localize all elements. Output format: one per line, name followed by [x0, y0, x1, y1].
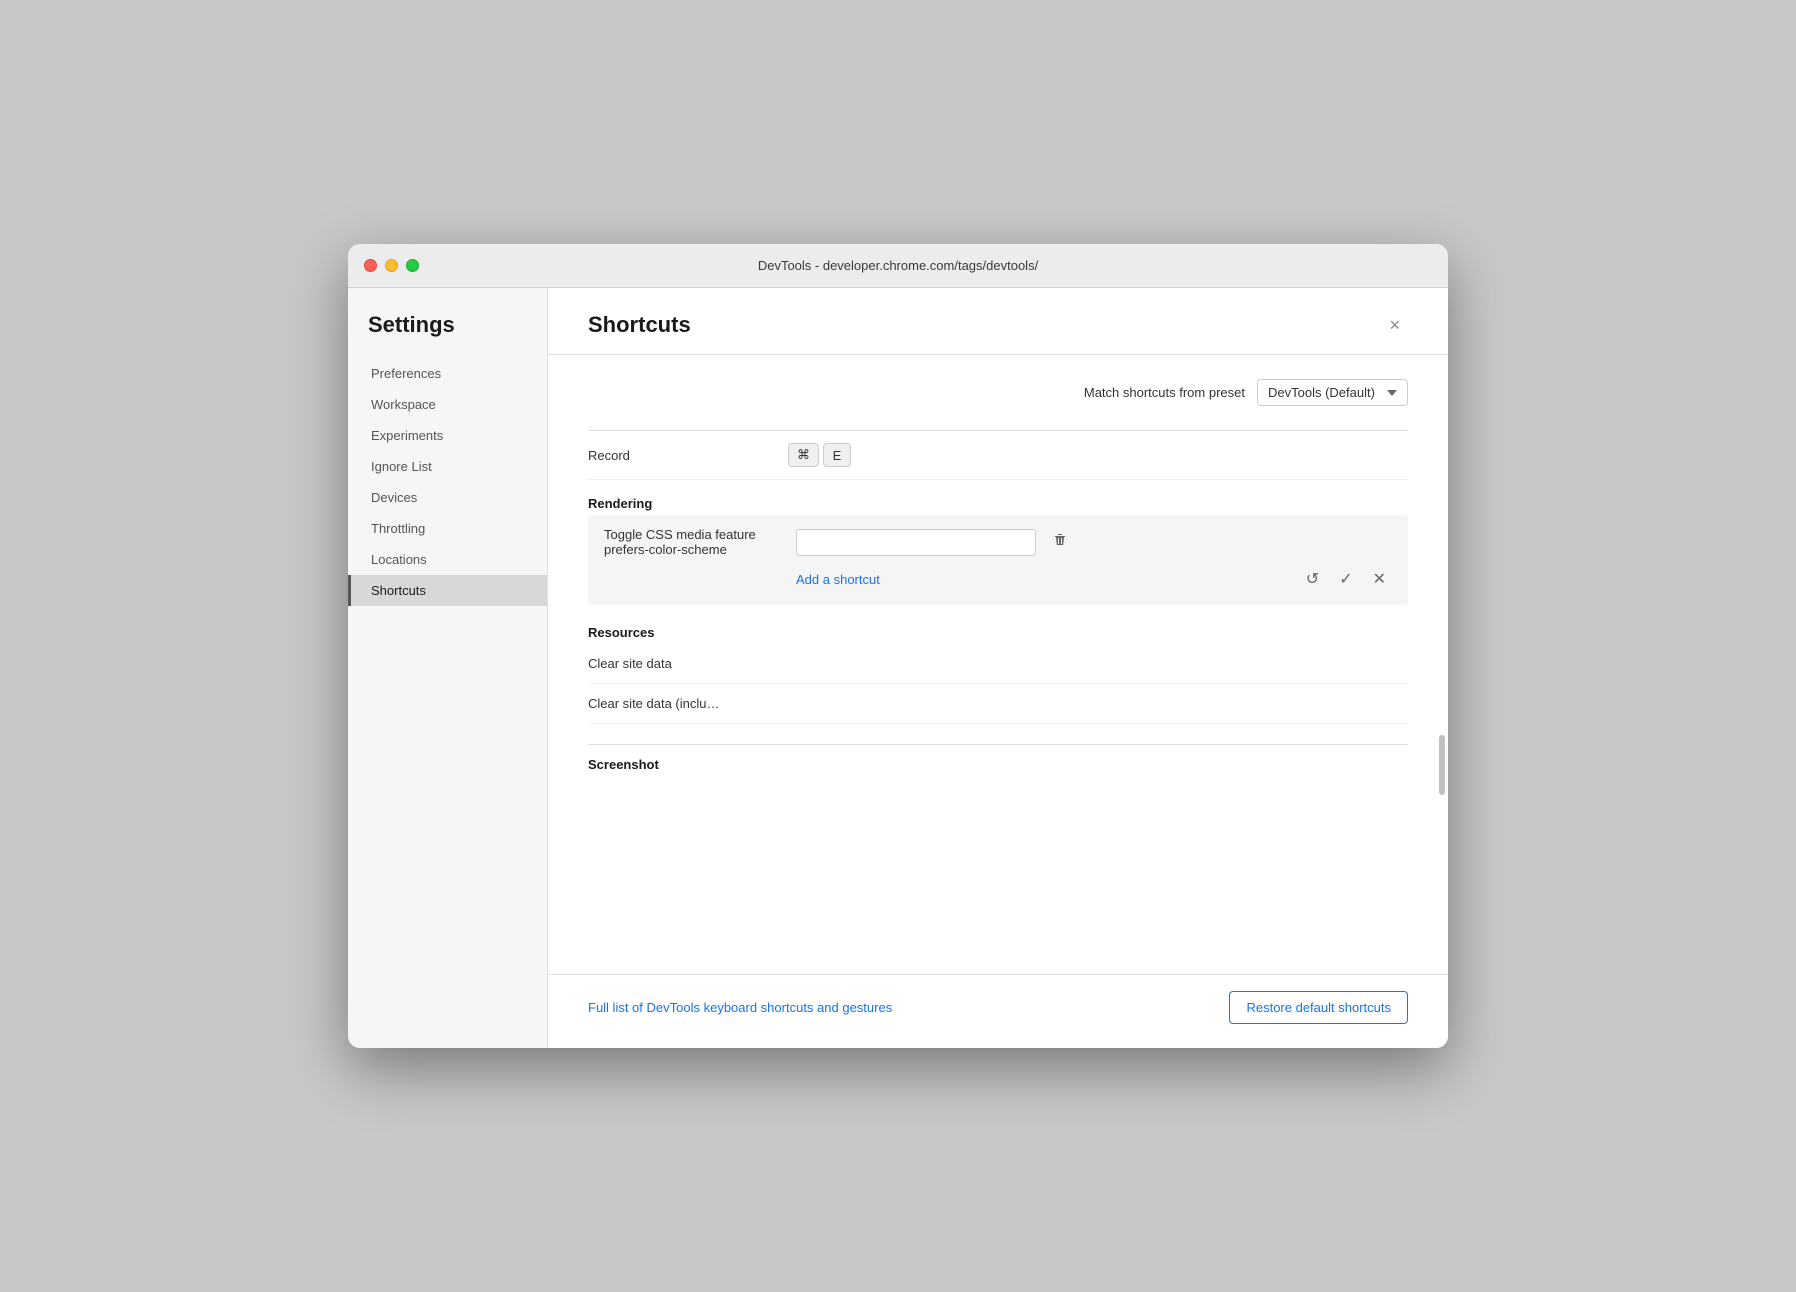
preset-row: Match shortcuts from preset DevTools (De…: [588, 379, 1408, 406]
editing-actions: ↺ ✓ ✕: [1300, 565, 1392, 593]
content-area: Match shortcuts from preset DevTools (De…: [548, 355, 1448, 974]
preset-select[interactable]: DevTools (Default) Visual Studio Code: [1257, 379, 1408, 406]
sidebar-item-experiments[interactable]: Experiments: [348, 420, 547, 451]
editing-row-bottom: Add a shortcut ↺ ✓ ✕: [604, 557, 1392, 593]
sidebar-item-throttling[interactable]: Throttling: [348, 513, 547, 544]
scrollbar-thumb: [1439, 735, 1445, 795]
record-shortcut-name: Record: [588, 448, 788, 463]
sidebar-item-locations[interactable]: Locations: [348, 544, 547, 575]
resources-section: Resources Clear site data Clear site dat…: [588, 625, 1408, 724]
sidebar-title: Settings: [348, 312, 547, 358]
toggle-css-name: Toggle CSS media featureprefers-color-sc…: [604, 527, 784, 557]
close-button[interactable]: ×: [1381, 312, 1408, 338]
confirm-button[interactable]: ✓: [1333, 565, 1358, 593]
toggle-css-editing-row: Toggle CSS media featureprefers-color-sc…: [588, 515, 1408, 605]
discard-button[interactable]: ✕: [1367, 565, 1392, 593]
rendering-section: Rendering Toggle CSS media featureprefer…: [588, 496, 1408, 605]
resources-header: Resources: [588, 625, 1408, 640]
close-traffic-light[interactable]: [364, 259, 377, 272]
preset-label: Match shortcuts from preset: [1084, 385, 1245, 400]
minimize-traffic-light[interactable]: [385, 259, 398, 272]
window-body: Settings Preferences Workspace Experimen…: [348, 288, 1448, 1048]
rendering-header: Rendering: [588, 496, 1408, 511]
settings-window: DevTools - developer.chrome.com/tags/dev…: [348, 244, 1448, 1048]
editing-row-top: Toggle CSS media featureprefers-color-sc…: [604, 527, 1392, 557]
traffic-lights: [364, 259, 419, 272]
page-title: Shortcuts: [588, 312, 691, 354]
titlebar: DevTools - developer.chrome.com/tags/dev…: [348, 244, 1448, 288]
trash-icon: [1052, 532, 1068, 548]
restore-defaults-button[interactable]: Restore default shortcuts: [1229, 991, 1408, 1024]
add-shortcut-link[interactable]: Add a shortcut: [796, 572, 880, 587]
screenshot-section: Screenshot: [588, 744, 1408, 772]
sidebar-item-shortcuts[interactable]: Shortcuts: [348, 575, 547, 606]
keyboard-shortcuts-link[interactable]: Full list of DevTools keyboard shortcuts…: [588, 1000, 892, 1015]
scrollbar-track[interactable]: [1438, 375, 1446, 954]
clear-site-data-item: Clear site data: [588, 644, 1408, 684]
sidebar-item-ignore-list[interactable]: Ignore List: [348, 451, 547, 482]
footer-area: Full list of DevTools keyboard shortcuts…: [548, 974, 1448, 1048]
record-shortcut-row: Record ⌘ E: [588, 430, 1408, 480]
screenshot-header: Screenshot: [588, 757, 1408, 772]
record-shortcut-keys: ⌘ E: [788, 443, 1408, 467]
main-header: Shortcuts ×: [548, 288, 1448, 355]
sidebar-item-devices[interactable]: Devices: [348, 482, 547, 513]
delete-shortcut-button[interactable]: [1048, 528, 1072, 557]
shortcut-input[interactable]: [796, 529, 1036, 556]
undo-button[interactable]: ↺: [1300, 565, 1325, 593]
sidebar-item-workspace[interactable]: Workspace: [348, 389, 547, 420]
record-key-e: E: [823, 443, 851, 467]
sidebar: Settings Preferences Workspace Experimen…: [348, 288, 548, 1048]
maximize-traffic-light[interactable]: [406, 259, 419, 272]
window-title: DevTools - developer.chrome.com/tags/dev…: [758, 258, 1038, 273]
record-key-cmd: ⌘: [788, 443, 819, 467]
clear-site-data-inclu-item: Clear site data (inclu…: [588, 684, 1408, 724]
main-content: Shortcuts × Match shortcuts from preset …: [548, 288, 1448, 1048]
sidebar-item-preferences[interactable]: Preferences: [348, 358, 547, 389]
